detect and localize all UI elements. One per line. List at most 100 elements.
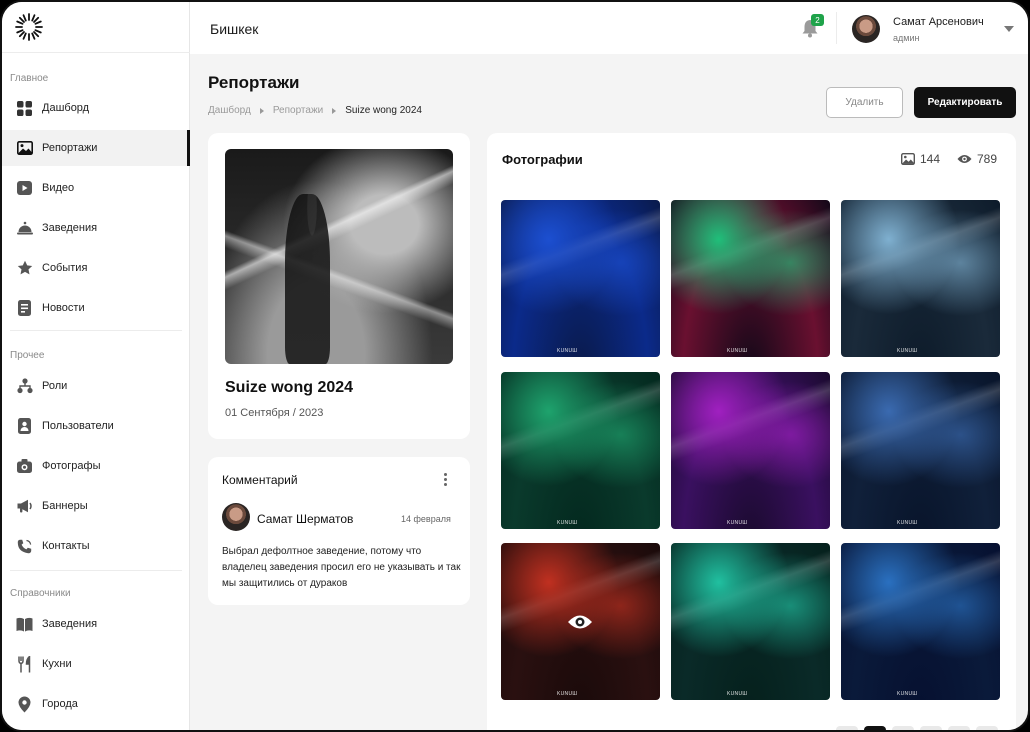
photo-5[interactable]: KUNUШ [671,372,830,529]
sidebar-item-label: Дашборд [42,102,90,114]
sidebar: Главное Дашборд Репортажи Видео Заведени… [2,2,190,730]
hierarchy-icon [16,378,33,395]
view-count-value: 789 [977,152,998,166]
megaphone-icon [16,498,33,515]
chevron-down-icon[interactable] [1004,26,1014,32]
sidebar-divider [2,52,190,53]
photo-watermark: KUNUШ [557,348,578,354]
edit-button[interactable]: Редактировать [914,87,1016,118]
chevron-right-icon [332,107,337,114]
camera-icon [16,458,33,475]
sidebar-item-events[interactable]: События [2,250,190,286]
photo-7[interactable]: KUNUШ [501,543,660,700]
sidebar-item-label: Контакты [42,540,90,552]
pagination-dot[interactable] [920,726,942,730]
photo-2[interactable]: KUNUШ [671,200,830,357]
photo-watermark: KUNUШ [897,691,918,697]
photo-watermark: KUNUШ [557,691,578,697]
image-icon [16,140,33,157]
delete-button[interactable]: Удалить [826,87,903,118]
view-count: 789 [957,152,997,166]
book-icon [16,616,33,633]
photo-watermark: KUNUШ [727,520,748,526]
sidebar-item-label: Роли [42,380,68,392]
photo-4[interactable]: KUNUШ [501,372,660,529]
city-selector[interactable]: Бишкек [210,21,258,37]
comment-text: Выбрал дефолтное заведение, потому что в… [222,546,461,589]
sidebar-item-label: Города [42,698,78,710]
pagination-dot[interactable] [836,726,858,730]
photo-6[interactable]: KUNUШ [841,372,1000,529]
section-label-references: Справочники [10,588,71,599]
sidebar-item-users[interactable]: Пользователи [2,408,190,444]
eye-icon [957,155,972,163]
section-label-other: Прочее [10,350,45,361]
sidebar-item-label: Репортажи [42,142,98,154]
sidebar-item-venue-directory[interactable]: Заведения [2,606,190,642]
photo-watermark: KUNUШ [727,348,748,354]
play-icon [16,180,33,197]
pagination-dot[interactable] [892,726,914,730]
photo-8[interactable]: KUNUШ [671,543,830,700]
sidebar-divider [10,570,182,571]
report-cover-image[interactable] [225,149,453,364]
sidebar-item-label: События [42,262,88,274]
cloche-icon [16,220,33,237]
sidebar-item-label: Видео [42,182,75,194]
star-icon [16,260,33,277]
sidebar-item-venues[interactable]: Заведения [2,210,190,246]
comment-author: Самат Шерматов [257,512,354,526]
sidebar-item-label: Заведения [42,618,98,630]
section-label-main: Главное [10,73,49,84]
header-divider [836,12,837,44]
app-window: Главное Дашборд Репортажи Видео Заведени… [0,0,1030,732]
sidebar-item-cities[interactable]: Города [2,686,190,722]
eye-icon[interactable] [559,607,601,637]
sidebar-item-label: Фотографы [42,460,101,472]
more-vertical-icon[interactable] [444,473,448,487]
logo-icon[interactable] [14,12,44,42]
photo-count-value: 144 [920,152,941,166]
photos-heading: Фотографии [502,152,583,167]
grid-icon [16,100,33,117]
newspaper-icon [16,300,33,317]
report-date: 01 Сентября / 2023 [225,407,324,419]
fork-icon [16,655,33,673]
photo-watermark: KUNUШ [727,691,748,697]
comment-card: Комментарий Самат Шерматов 14 февраля Вы… [208,457,470,605]
breadcrumb-reports[interactable]: Репортажи [273,105,323,116]
user-name[interactable]: Самат Арсенович [893,16,984,28]
sidebar-item-label: Заведения [42,222,98,234]
report-card: Suize wong 2024 01 Сентября / 2023 [208,133,470,439]
sidebar-item-news[interactable]: Новости [2,290,190,326]
sidebar-item-contacts[interactable]: Контакты [2,528,190,564]
photo-9[interactable]: KUNUШ [841,543,1000,700]
sidebar-item-dashboard[interactable]: Дашборд [2,90,190,126]
photo-1[interactable]: KUNUШ [501,200,660,357]
top-header: Бишкек 2 Самат Арсенович админ [190,2,1028,54]
photo-3[interactable]: KUNUШ [841,200,1000,357]
image-icon [901,153,915,165]
sidebar-item-banners[interactable]: Баннеры [2,488,190,524]
avatar[interactable] [852,15,880,43]
pagination-dot-active[interactable] [864,726,886,730]
pagination-dot[interactable] [948,726,970,730]
sidebar-item-video[interactable]: Видео [2,170,190,206]
photo-count: 144 [901,152,940,166]
id-card-icon [16,418,33,435]
breadcrumb: Дашборд Репортажи Suize wong 2024 [208,105,422,116]
sidebar-item-cuisines[interactable]: Кухни [2,646,190,682]
photo-watermark: KUNUШ [557,520,578,526]
sidebar-item-roles[interactable]: Роли [2,368,190,404]
photos-card: Фотографии 144 789 KUNUШ KUNUШ KUNUШ KUNUШ K… [487,133,1016,730]
report-title: Suize wong 2024 [225,379,354,396]
phone-icon [16,538,33,555]
user-role: админ [893,33,920,43]
sidebar-item-photographers[interactable]: Фотографы [2,448,190,484]
sidebar-item-reports[interactable]: Репортажи [2,130,190,166]
pagination-dot[interactable] [976,726,998,730]
notification-badge: 2 [811,14,824,26]
breadcrumb-dashboard[interactable]: Дашборд [208,105,251,116]
comment-heading: Комментарий [222,473,298,487]
sidebar-item-label: Новости [42,302,85,314]
